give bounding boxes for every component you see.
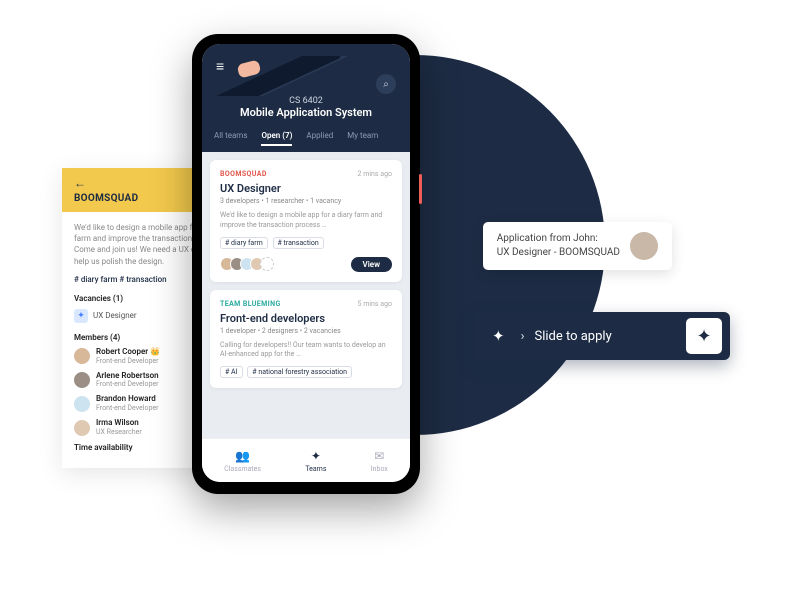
slider-label: Slide to apply	[534, 329, 686, 344]
member-name: Arlene Robertson	[96, 372, 159, 381]
card-description: We'd like to design a mobile app for a d…	[220, 211, 392, 231]
member-name: Irma Wilson	[96, 419, 142, 428]
people-icon: 👥	[235, 449, 250, 463]
slide-to-apply[interactable]: ✦ › Slide to apply ✦	[474, 312, 730, 360]
tag: # AI	[220, 366, 243, 378]
tag: # transaction	[273, 237, 324, 249]
app-header: ≡ ⌕ CS 6402 Mobile Application System Al…	[202, 44, 410, 152]
phone-frame: ≡ ⌕ CS 6402 Mobile Application System Al…	[192, 34, 420, 494]
crown-icon: 👑	[150, 347, 160, 356]
tab-bar: All teams Open (7) Applied My team	[214, 131, 398, 152]
tag: # diary farm	[220, 237, 268, 249]
mail-icon: ✉	[374, 449, 384, 463]
avatar	[74, 396, 90, 412]
header-illustration	[214, 56, 398, 96]
member-role: Front-end Developer	[96, 380, 159, 388]
phone-screen: ≡ ⌕ CS 6402 Mobile Application System Al…	[202, 44, 410, 482]
slider-handle[interactable]: ✦	[686, 318, 722, 354]
puzzle-icon: ✦	[74, 309, 88, 323]
tab-all-teams[interactable]: All teams	[214, 131, 247, 146]
avatar	[74, 348, 90, 364]
team-feed: BOOMSQUAD 2 mins ago UX Designer 3 devel…	[202, 152, 410, 438]
job-title: Front-end developers	[220, 312, 392, 325]
course-title: Mobile Application System	[214, 106, 398, 119]
tab-open[interactable]: Open (7)	[261, 131, 292, 146]
member-avatars	[220, 257, 274, 271]
notification-bubble[interactable]: Application from John: UX Designer - BOO…	[483, 222, 672, 270]
avatar	[630, 232, 658, 260]
nav-label: Classmates	[224, 465, 261, 473]
posted-time: 5 mins ago	[358, 300, 392, 308]
nav-label: Inbox	[371, 465, 388, 473]
member-name: Robert Cooper	[96, 347, 148, 356]
nav-classmates[interactable]: 👥 Classmates	[224, 449, 261, 473]
team-name: TEAM BLUEMING	[220, 300, 281, 308]
card-tags: # AI # national forestry association	[220, 366, 392, 378]
puzzle-icon: ✦	[311, 449, 321, 463]
puzzle-icon: ✦	[492, 327, 505, 345]
vacancy-role: UX Designer	[93, 311, 137, 320]
notification-title: Application from John:	[497, 232, 620, 246]
team-card[interactable]: TEAM BLUEMING 5 mins ago Front-end devel…	[210, 290, 402, 389]
nav-label: Teams	[305, 465, 326, 473]
team-name: BOOMSQUAD	[220, 170, 267, 178]
tag: # national forestry association	[247, 366, 352, 378]
avatar	[74, 420, 90, 436]
job-title: UX Designer	[220, 182, 392, 195]
notification-body: UX Designer - BOOMSQUAD	[497, 246, 620, 260]
nav-inbox[interactable]: ✉ Inbox	[371, 449, 388, 473]
posted-time: 2 mins ago	[358, 170, 392, 178]
power-button	[419, 174, 422, 204]
card-description: Calling for developers!! Our team wants …	[220, 341, 392, 361]
tab-my-team[interactable]: My team	[347, 131, 378, 146]
member-role: UX Researcher	[96, 428, 142, 436]
tab-applied[interactable]: Applied	[306, 131, 333, 146]
bottom-nav: 👥 Classmates ✦ Teams ✉ Inbox	[202, 438, 410, 482]
member-role: Front-end Developer	[96, 357, 160, 365]
chevron-right-icon: ›	[521, 329, 525, 344]
course-code: CS 6402	[214, 96, 398, 106]
search-icon[interactable]: ⌕	[376, 74, 396, 94]
member-role: Front-end Developer	[96, 404, 158, 412]
team-meta: 3 developers • 1 researcher • 1 vacancy	[220, 197, 392, 205]
card-tags: # diary farm # transaction	[220, 237, 392, 249]
member-name: Brandon Howard	[96, 395, 158, 404]
nav-teams[interactable]: ✦ Teams	[305, 449, 326, 473]
team-meta: 1 developer • 2 designers • 2 vacancies	[220, 327, 392, 335]
view-button[interactable]: View	[351, 257, 392, 272]
team-card[interactable]: BOOMSQUAD 2 mins ago UX Designer 3 devel…	[210, 160, 402, 282]
avatar	[74, 372, 90, 388]
